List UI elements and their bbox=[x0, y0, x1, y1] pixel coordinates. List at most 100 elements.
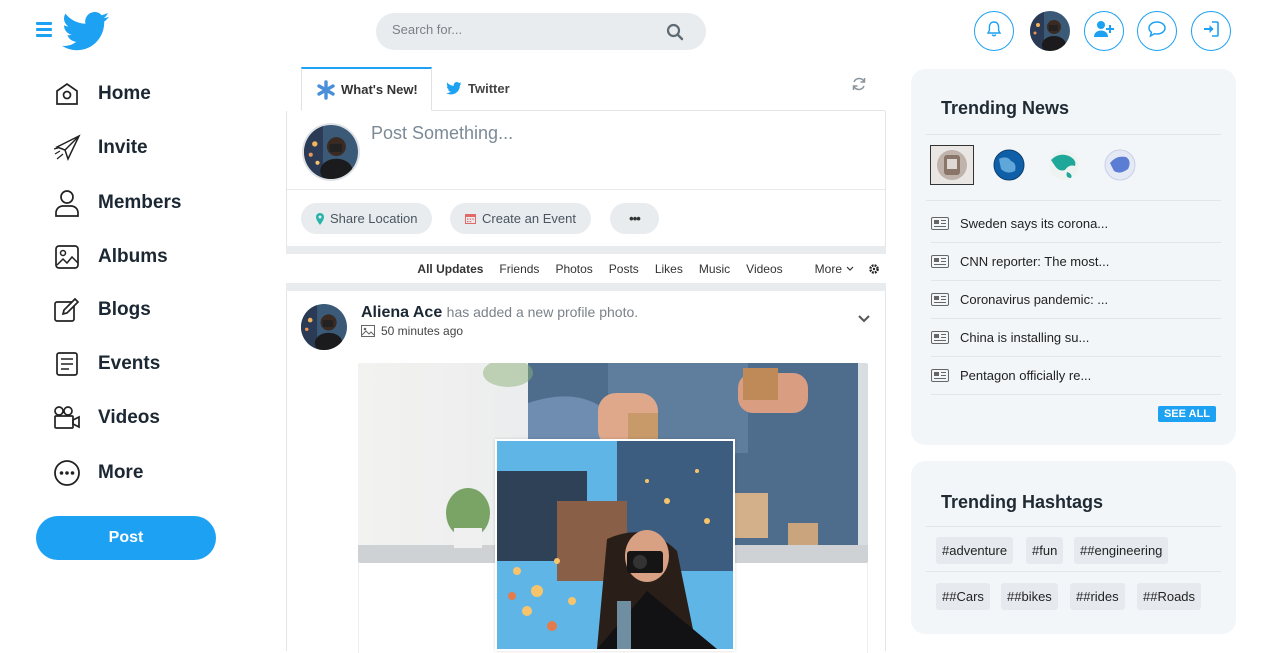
see-all-button[interactable]: SEE ALL bbox=[1158, 406, 1216, 422]
sidebar-item-invite[interactable]: Invite bbox=[52, 132, 148, 164]
edit-icon bbox=[52, 295, 82, 325]
refresh-icon[interactable] bbox=[851, 76, 867, 92]
news-headline: CNN reporter: The most... bbox=[960, 254, 1110, 269]
hashtag-chip[interactable]: #fun bbox=[1026, 537, 1064, 564]
activity-post: Aliena Ace has added a new profile photo… bbox=[286, 291, 886, 653]
tab-label: Twitter bbox=[468, 80, 510, 96]
hashtag-chip[interactable]: #adventure bbox=[936, 537, 1014, 564]
filter-videos[interactable]: Videos bbox=[746, 262, 782, 276]
add-user-icon bbox=[1093, 20, 1115, 43]
hashtag-chip[interactable]: ##Roads bbox=[1137, 583, 1202, 610]
news-thumbnail[interactable] bbox=[930, 145, 974, 185]
sidebar-item-albums[interactable]: Albums bbox=[52, 241, 168, 273]
news-headline: Pentagon officially re... bbox=[960, 368, 1092, 383]
filter-friends[interactable]: Friends bbox=[499, 262, 539, 276]
add-friend-button[interactable] bbox=[1084, 11, 1124, 51]
newspaper-icon bbox=[931, 293, 960, 306]
sidebar-item-blogs[interactable]: Blogs bbox=[52, 294, 151, 326]
post-meta: 50 minutes ago bbox=[361, 324, 463, 338]
chevron-down-icon bbox=[846, 266, 854, 271]
newspaper-icon bbox=[931, 217, 960, 230]
news-thumbnail[interactable] bbox=[987, 145, 1031, 185]
tab-twitter[interactable]: Twitter bbox=[446, 78, 510, 98]
sidebar-item-label: Home bbox=[98, 83, 151, 104]
feed-filter-bar: All Updates Friends Photos Posts Likes M… bbox=[286, 254, 886, 283]
filter-music[interactable]: Music bbox=[699, 262, 730, 276]
hashtag-chip[interactable]: ##engineering bbox=[1074, 537, 1169, 564]
paper-plane-icon bbox=[52, 133, 82, 163]
sidebar-item-more[interactable]: More bbox=[52, 457, 143, 489]
section-divider bbox=[286, 283, 886, 291]
filter-all-updates[interactable]: All Updates bbox=[417, 262, 483, 276]
divider bbox=[926, 134, 1221, 135]
login-button[interactable] bbox=[1191, 11, 1231, 51]
news-item[interactable]: China is installing su... bbox=[931, 319, 1221, 357]
tab-whats-new[interactable]: What's New! bbox=[301, 67, 432, 111]
sidebar-item-label: Invite bbox=[98, 137, 148, 158]
panel-title: Trending Hashtags bbox=[941, 492, 1104, 512]
filter-likes[interactable]: Likes bbox=[655, 262, 683, 276]
tab-label: What's New! bbox=[341, 82, 418, 97]
post-timestamp: 50 minutes ago bbox=[381, 324, 464, 338]
filter-posts[interactable]: Posts bbox=[609, 262, 639, 276]
sidebar-item-videos[interactable]: Videos bbox=[52, 402, 160, 434]
bell-icon bbox=[985, 20, 1003, 43]
chevron-down-icon[interactable] bbox=[857, 311, 871, 323]
asterisk-icon bbox=[316, 79, 336, 100]
filter-photos[interactable]: Photos bbox=[555, 262, 592, 276]
news-headline: Sweden says its corona... bbox=[960, 216, 1109, 231]
hashtag-chip[interactable]: ##rides bbox=[1070, 583, 1125, 610]
map-pin-icon bbox=[316, 212, 324, 225]
sidebar-item-home[interactable]: Home bbox=[52, 78, 151, 110]
sidebar-item-label: Members bbox=[98, 192, 182, 213]
messages-button[interactable] bbox=[1137, 11, 1177, 51]
newspaper-icon bbox=[931, 331, 960, 344]
divider bbox=[287, 189, 885, 190]
news-thumbnail[interactable] bbox=[1098, 145, 1142, 185]
user-icon bbox=[52, 188, 82, 218]
hashtag-chip[interactable]: ##Cars bbox=[936, 583, 990, 610]
menu-icon[interactable] bbox=[36, 22, 52, 38]
filter-more-dropdown[interactable]: More bbox=[799, 262, 854, 276]
twitter-logo-icon[interactable] bbox=[60, 12, 112, 52]
sign-in-icon bbox=[1202, 20, 1220, 43]
chat-bubble-icon bbox=[1147, 20, 1167, 43]
news-thumbnail[interactable] bbox=[1042, 145, 1086, 185]
photo-icon bbox=[361, 325, 375, 337]
gear-icon[interactable] bbox=[868, 263, 880, 275]
create-event-button[interactable]: Create an Event bbox=[450, 203, 591, 234]
search-bar[interactable] bbox=[376, 13, 706, 50]
notifications-button[interactable] bbox=[974, 11, 1014, 51]
hashtag-chip[interactable]: ##bikes bbox=[1001, 583, 1058, 610]
sidebar-item-label: Events bbox=[98, 353, 161, 374]
share-location-button[interactable]: Share Location bbox=[301, 203, 433, 234]
post-author-name[interactable]: Aliena Ace bbox=[361, 304, 442, 321]
news-headline: China is installing su... bbox=[960, 330, 1090, 345]
panel-title: Trending News bbox=[941, 98, 1070, 118]
create-event-label: Create an Event bbox=[482, 211, 576, 226]
profile-photo[interactable] bbox=[495, 439, 735, 651]
user-avatar[interactable] bbox=[1030, 11, 1070, 51]
post-button[interactable]: Post bbox=[36, 516, 216, 560]
news-item[interactable]: Pentagon officially re... bbox=[931, 357, 1221, 395]
trending-hashtags-panel: Trending Hashtags #adventure #fun ##engi… bbox=[911, 461, 1236, 634]
search-icon[interactable] bbox=[666, 23, 684, 41]
section-divider bbox=[286, 246, 886, 254]
sidebar-item-events[interactable]: Events bbox=[52, 348, 160, 380]
news-item[interactable]: Sweden says its corona... bbox=[931, 205, 1221, 243]
search-input[interactable] bbox=[392, 22, 652, 37]
sidebar-item-members[interactable]: Members bbox=[52, 187, 181, 219]
sidebar-item-label: More bbox=[98, 462, 144, 483]
calendar-icon bbox=[465, 213, 476, 224]
news-headline: Coronavirus pandemic: ... bbox=[960, 292, 1109, 307]
news-item[interactable]: CNN reporter: The most... bbox=[931, 243, 1221, 281]
video-camera-icon bbox=[52, 403, 82, 433]
divider bbox=[926, 571, 1221, 572]
composer-avatar bbox=[302, 123, 360, 181]
post-action-text: has added a new profile photo. bbox=[446, 304, 639, 320]
post-input[interactable]: Post Something... bbox=[371, 123, 513, 144]
more-options-button[interactable]: ••• bbox=[610, 203, 659, 234]
news-item[interactable]: Coronavirus pandemic: ... bbox=[931, 281, 1221, 319]
post-author-avatar[interactable] bbox=[301, 304, 347, 350]
sidebar-item-label: Videos bbox=[98, 407, 160, 428]
